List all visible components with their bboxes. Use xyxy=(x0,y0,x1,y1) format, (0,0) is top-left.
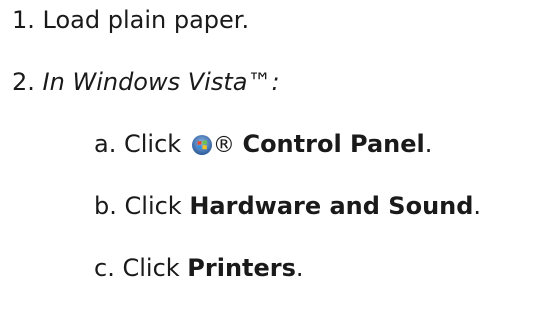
substep-target: Printers xyxy=(187,254,296,282)
registered-mark: ® xyxy=(212,133,235,158)
substep-prefix: Click xyxy=(122,254,180,282)
substep-letter: b. xyxy=(94,192,117,220)
substep-suffix: . xyxy=(295,254,304,282)
step-1: 1. Load plain paper. xyxy=(12,5,249,35)
substep-a: a. Click ® Control Panel. xyxy=(94,129,432,161)
substep-b: b. Click Hardware and Sound. xyxy=(94,191,481,221)
step-text: In Windows Vista™: xyxy=(42,68,280,96)
substep-letter: c. xyxy=(94,254,115,282)
step-2: 2. In Windows Vista™: xyxy=(12,67,280,97)
substep-suffix: . xyxy=(424,130,433,158)
step-number: 1. xyxy=(12,6,35,34)
substep-letter: a. xyxy=(94,130,117,158)
substep-prefix: Click xyxy=(123,130,182,158)
substep-c: c. Click Printers. xyxy=(94,253,304,283)
substep-target: Hardware and Sound xyxy=(189,192,474,220)
step-text: Load plain paper. xyxy=(42,6,250,34)
windows-start-orb-icon xyxy=(191,133,213,155)
substep-prefix: Click xyxy=(124,192,182,220)
substep-target: Control Panel xyxy=(242,130,425,158)
substep-suffix: . xyxy=(473,192,482,220)
step-number: 2. xyxy=(12,68,35,96)
